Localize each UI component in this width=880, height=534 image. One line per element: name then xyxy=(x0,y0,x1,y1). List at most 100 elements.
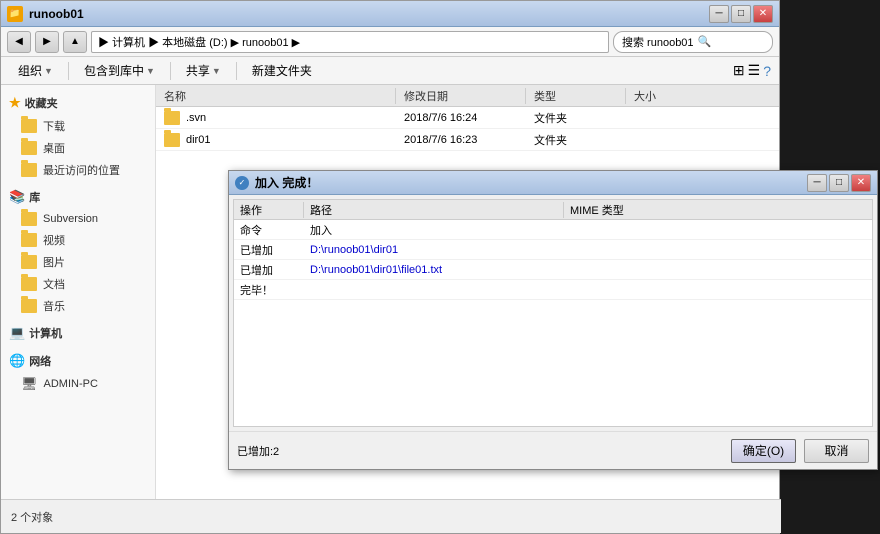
dialog-cell-op-3: 完毕！ xyxy=(234,282,304,298)
music-label: 音乐 xyxy=(43,298,65,314)
dialog-cell-op-0: 命令 xyxy=(234,222,304,238)
sidebar-item-downloads[interactable]: 下载 xyxy=(1,115,155,137)
folder-icon-documents xyxy=(21,277,37,291)
dialog-cell-op-1: 已增加 xyxy=(234,242,304,258)
documents-label: 文档 xyxy=(43,276,65,292)
status-bar: 2 个对象 xyxy=(1,499,781,533)
minimize-button[interactable]: ─ xyxy=(709,5,729,23)
address-text: ▶ 计算机 ▶ 本地磁盘 (D:) ▶ runoob01 ▶ xyxy=(98,34,300,50)
organize-button[interactable]: 组织 ▼ xyxy=(9,59,62,82)
organize-label: 组织 xyxy=(18,62,42,79)
computer-icon: 💻 xyxy=(9,325,25,341)
dialog-content: 操作 路径 MIME 类型 命令 加入 已增加 D:\runoob01\dir0… xyxy=(229,195,877,431)
include-library-button[interactable]: 包含到库中 ▼ xyxy=(75,59,164,82)
col-size-header[interactable]: 大小 xyxy=(626,88,706,104)
libraries-header[interactable]: 📚 库 xyxy=(1,185,155,209)
share-button[interactable]: 共享 ▼ xyxy=(177,59,230,82)
view-tiles-icon[interactable]: ⊞ xyxy=(733,62,745,79)
dialog-table-header: 操作 路径 MIME 类型 xyxy=(234,200,872,220)
favorites-label: 收藏夹 xyxy=(25,95,58,111)
dialog-table: 操作 路径 MIME 类型 命令 加入 已增加 D:\runoob01\dir0… xyxy=(233,199,873,427)
explorer-icon: 📁 xyxy=(7,6,23,22)
downloads-label: 下载 xyxy=(43,118,65,134)
sidebar: ★ 收藏夹 下载 桌面 最近访问的位置 📚 xyxy=(1,85,156,533)
sidebar-item-documents[interactable]: 文档 xyxy=(1,273,155,295)
dialog-minimize-button[interactable]: ─ xyxy=(807,174,827,192)
folder-icon-recent xyxy=(21,163,37,177)
network-icon: 🌐 xyxy=(9,353,25,369)
dialog-row-3: 完毕！ xyxy=(234,280,872,300)
favorites-header[interactable]: ★ 收藏夹 xyxy=(1,91,155,115)
dialog-window: ✓ 加入 完成！ ─ □ ✕ 操作 路径 MIME 类型 命令 加入 已增加 D… xyxy=(228,170,878,470)
dialog-cell-op-2: 已增加 xyxy=(234,262,304,278)
sidebar-item-images[interactable]: 图片 xyxy=(1,251,155,273)
dialog-close-button[interactable]: ✕ xyxy=(851,174,871,192)
star-icon: ★ xyxy=(9,95,21,111)
sidebar-item-subversion[interactable]: Subversion xyxy=(1,209,155,229)
sidebar-item-video[interactable]: 视频 xyxy=(1,229,155,251)
dialog-title-buttons: ─ □ ✕ xyxy=(807,174,871,192)
toolbar: 组织 ▼ 包含到库中 ▼ 共享 ▼ 新建文件夹 ⊞ ☰ ? xyxy=(1,57,779,85)
explorer-title: runoob01 xyxy=(29,7,709,21)
sidebar-item-music[interactable]: 音乐 xyxy=(1,295,155,317)
new-folder-button[interactable]: 新建文件夹 xyxy=(243,59,321,82)
col-name-header[interactable]: 名称 xyxy=(156,88,396,104)
dialog-cell-path-2: D:\runoob01\dir01\file01.txt xyxy=(304,264,564,276)
libraries-section: 📚 库 Subversion 视频 图片 文档 xyxy=(1,185,155,317)
search-text: 搜索 runoob01 xyxy=(622,34,694,50)
images-label: 图片 xyxy=(43,254,65,270)
svn-name-text: .svn xyxy=(186,112,206,124)
explorer-title-bar: 📁 runoob01 ─ □ ✕ xyxy=(1,1,779,27)
svn-type: 文件夹 xyxy=(526,110,626,126)
sidebar-item-admin-pc[interactable]: 🖥 ADMIN-PC xyxy=(1,373,155,395)
table-row[interactable]: .svn 2018/7/6 16:24 文件夹 xyxy=(156,107,779,129)
folder-icon-svn xyxy=(164,111,180,125)
network-label: 网络 xyxy=(29,353,51,369)
file-list-header: 名称 修改日期 类型 大小 xyxy=(156,85,779,107)
computer-header[interactable]: 💻 计算机 xyxy=(1,321,155,345)
back-button[interactable]: ◀ xyxy=(7,31,31,53)
dialog-restore-button[interactable]: □ xyxy=(829,174,849,192)
sidebar-item-recent[interactable]: 最近访问的位置 xyxy=(1,159,155,181)
file-name-dir01: dir01 xyxy=(156,133,396,147)
search-bar[interactable]: 搜索 runoob01 🔍 xyxy=(613,31,773,53)
table-row[interactable]: dir01 2018/7/6 16:23 文件夹 xyxy=(156,129,779,151)
col-date-header[interactable]: 修改日期 xyxy=(396,88,526,104)
dialog-row-0: 命令 加入 xyxy=(234,220,872,240)
file-name-svn: .svn xyxy=(156,111,396,125)
cancel-button[interactable]: 取消 xyxy=(804,439,869,463)
close-button[interactable]: ✕ xyxy=(753,5,773,23)
sidebar-item-desktop[interactable]: 桌面 xyxy=(1,137,155,159)
help-icon[interactable]: ? xyxy=(763,63,771,79)
address-bar[interactable]: ▶ 计算机 ▶ 本地磁盘 (D:) ▶ runoob01 ▶ xyxy=(91,31,609,53)
forward-button[interactable]: ▶ xyxy=(35,31,59,53)
toolbar-sep-3 xyxy=(236,62,237,80)
folder-icon-desktop xyxy=(21,141,37,155)
network-section: 🌐 网络 🖥 ADMIN-PC xyxy=(1,349,155,395)
dialog-title: 加入 完成！ xyxy=(255,174,807,191)
dialog-row-1: 已增加 D:\runoob01\dir01 xyxy=(234,240,872,260)
col-type-header[interactable]: 类型 xyxy=(526,88,626,104)
network-header[interactable]: 🌐 网络 xyxy=(1,349,155,373)
search-icon: 🔍 xyxy=(698,35,712,48)
toolbar-sep-2 xyxy=(170,62,171,80)
ok-button[interactable]: 确定(O) xyxy=(731,439,796,463)
status-text: 2 个对象 xyxy=(11,509,53,525)
up-button[interactable]: ▲ xyxy=(63,31,87,53)
view-list-icon[interactable]: ☰ xyxy=(748,62,761,79)
svn-date: 2018/7/6 16:24 xyxy=(396,112,526,124)
computer-section: 💻 计算机 xyxy=(1,321,155,345)
favorites-section: ★ 收藏夹 下载 桌面 最近访问的位置 xyxy=(1,91,155,181)
admin-pc-label: ADMIN-PC xyxy=(44,378,98,390)
dialog-footer-buttons: 确定(O) 取消 xyxy=(731,439,869,463)
subversion-label: Subversion xyxy=(43,213,98,225)
include-library-chevron: ▼ xyxy=(146,66,155,76)
restore-button[interactable]: □ xyxy=(731,5,751,23)
dialog-title-bar: ✓ 加入 完成！ ─ □ ✕ xyxy=(229,171,877,195)
folder-icon-downloads xyxy=(21,119,37,133)
organize-chevron: ▼ xyxy=(44,66,53,76)
libraries-label: 库 xyxy=(29,189,40,205)
folder-icon-subversion xyxy=(21,212,37,226)
dialog-col-op: 操作 xyxy=(234,202,304,218)
new-folder-label: 新建文件夹 xyxy=(252,62,312,79)
